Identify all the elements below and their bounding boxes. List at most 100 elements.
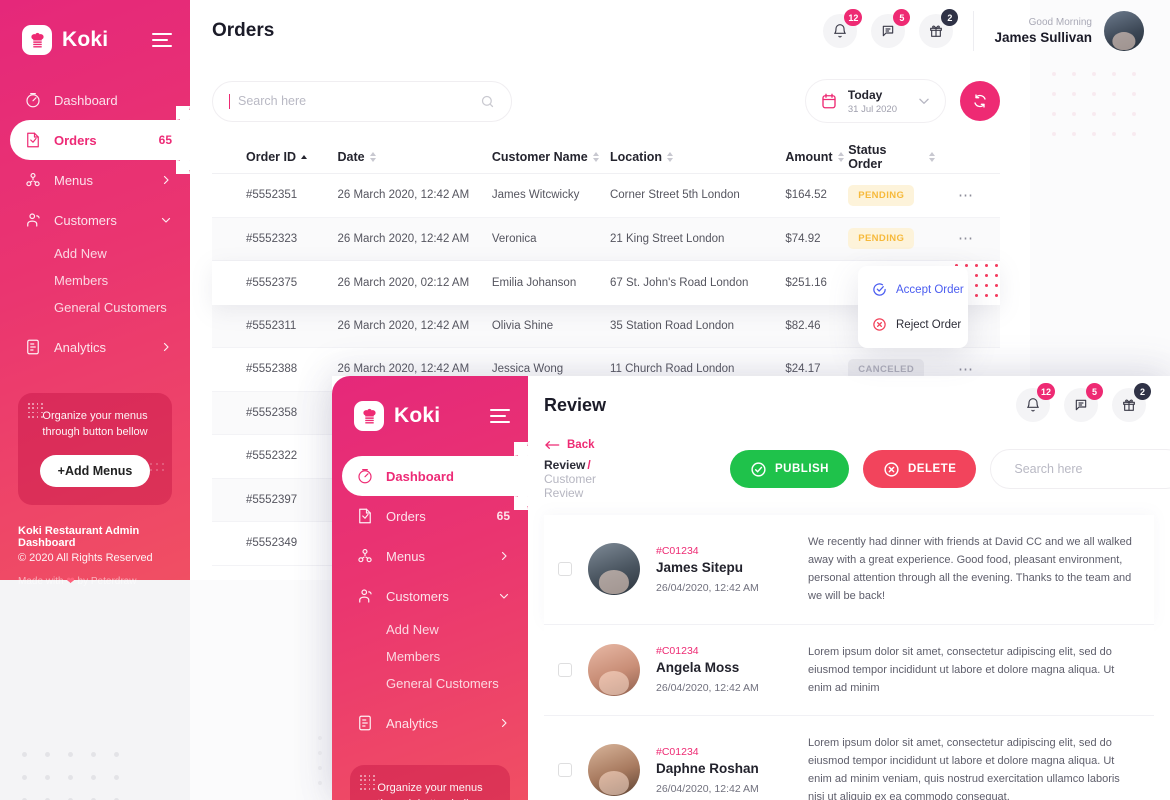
sidebar-item-menus[interactable]: Menus [0, 160, 190, 200]
sort-ascending-icon[interactable] [301, 154, 308, 159]
table-row[interactable]: #5552351 26 March 2020, 12:42 AM James W… [212, 174, 1000, 218]
bell-icon[interactable]: 12 [1016, 383, 1055, 422]
chevron-right-icon [160, 174, 172, 186]
sidebar-subitem-general-customers[interactable]: General Customers [332, 670, 528, 697]
cell-location: Corner Street 5th London [609, 189, 740, 202]
calendar-icon [820, 92, 838, 110]
gift-badge: 2 [941, 9, 959, 26]
more-options-icon[interactable]: ⋯ [958, 187, 974, 204]
orders-icon [24, 131, 42, 149]
sidebar-item-customers[interactable]: Customers [0, 200, 190, 240]
cell-date: 26 March 2020, 02:12 AM [337, 276, 470, 289]
sort-icon[interactable] [928, 151, 936, 162]
review-date: 26/04/2020, 12:42 AM [656, 581, 759, 594]
brand-name: Koki [62, 28, 109, 51]
cell-order-id: #5552388 [246, 363, 298, 376]
review-item[interactable]: #C01234 James Sitepu 26/04/2020, 12:42 A… [544, 515, 1154, 625]
sidebar-subitem-add-new[interactable]: Add New [332, 616, 528, 643]
sidebar-item-label: Orders [54, 132, 97, 148]
status-badge: PENDING [848, 184, 915, 206]
refresh-button[interactable] [960, 81, 1000, 121]
sidebar-item-dashboard[interactable]: Dashboard [342, 442, 528, 510]
sort-icon[interactable] [592, 151, 600, 162]
decorative-dots-bottom-left [22, 752, 119, 800]
column-location[interactable]: Location [610, 150, 785, 164]
back-link[interactable]: Back [544, 439, 596, 451]
sidebar-item-analytics[interactable]: Analytics [332, 703, 528, 743]
column-order-id[interactable]: Order ID [246, 150, 337, 164]
user-profile[interactable]: Good Morning James Sullivan [973, 11, 1144, 51]
bell-icon[interactable]: 12 [823, 9, 863, 48]
bell-badge: 12 [1036, 383, 1055, 400]
more-options-icon[interactable]: ⋯ [958, 230, 974, 247]
add-menus-button[interactable]: +Add Menus [39, 454, 151, 487]
brand-header: Koki [332, 376, 528, 436]
date-picker[interactable]: Today 31 Jul 2020 [804, 79, 946, 123]
chef-hat-icon [354, 401, 384, 431]
sidebar-item-customers[interactable]: Customers [332, 576, 528, 616]
avatar[interactable] [1104, 11, 1144, 51]
user-text: Good Morning James Sullivan [994, 17, 1092, 45]
column-customer-name[interactable]: Customer Name [492, 150, 610, 164]
bell-badge: 12 [844, 9, 863, 26]
promo-text-line1: Organize your menus [42, 410, 148, 422]
chevron-down-icon[interactable] [917, 94, 931, 108]
chat-icon[interactable]: 5 [871, 9, 911, 48]
cell-location: 35 Station Road London [609, 319, 735, 332]
sort-icon[interactable] [837, 151, 845, 162]
review-checkbox[interactable] [558, 562, 572, 577]
column-label: Order ID [246, 149, 297, 164]
publish-button[interactable]: PUBLISH [730, 450, 849, 488]
search-input[interactable] [238, 94, 472, 108]
sidebar-subitem-add-new[interactable]: Add New [0, 240, 190, 267]
cell-date: 26 March 2020, 12:42 AM [337, 189, 470, 202]
review-search-input[interactable] [1014, 462, 1170, 476]
sidebar-item-menus[interactable]: Menus [332, 536, 528, 576]
hamburger-icon[interactable] [152, 33, 172, 47]
date-label: Today [847, 87, 883, 102]
review-search-bar[interactable] [990, 449, 1170, 489]
gift-icon[interactable]: 2 [1112, 383, 1151, 422]
review-checkbox[interactable] [558, 763, 572, 778]
review-item[interactable]: #C01234 Angela Moss 26/04/2020, 12:42 AM… [544, 624, 1154, 716]
sort-icon[interactable] [369, 151, 377, 162]
sidebar-item-label: Analytics [386, 715, 439, 731]
cell-order-id: #5552322 [246, 450, 298, 463]
sidebar-item-orders[interactable]: Orders 65 [332, 496, 528, 536]
review-date: 26/04/2020, 12:42 AM [656, 682, 759, 695]
reject-order-button[interactable]: Reject Order [858, 307, 968, 342]
gift-icon[interactable]: 2 [919, 9, 959, 48]
sort-icon[interactable] [667, 151, 674, 162]
sidebar-subitem-members[interactable]: Members [0, 267, 190, 294]
sidebar-item-dashboard[interactable]: Dashboard [0, 80, 190, 120]
column-amount[interactable]: Amount [785, 150, 848, 164]
column-date[interactable]: Date [337, 150, 491, 164]
cell-amount: $164.52 [785, 189, 827, 202]
sidebar-item-label: Dashboard [54, 92, 118, 108]
promo-text-line2: through button bellow [42, 425, 148, 438]
column-status-order[interactable]: Status Order [848, 143, 936, 171]
delete-button[interactable]: DELETE [863, 450, 977, 488]
cell-order-id: #5552323 [246, 232, 298, 245]
review-item[interactable]: #C01234 Daphne Roshan 26/04/2020, 12:42 … [544, 715, 1154, 800]
column-label: Status Order [848, 142, 887, 171]
cell-customer: James Witcwicky [491, 189, 580, 202]
date-text: Today 31 Jul 2020 [848, 88, 897, 115]
chevron-right-icon [160, 341, 172, 353]
review-page-title: Review [544, 394, 607, 415]
search-icon[interactable] [480, 94, 495, 109]
sidebar-subitem-general-customers[interactable]: General Customers [0, 294, 190, 321]
review-topbar: Review 12 5 2 [528, 376, 1170, 434]
footer-line-1: Koki Restaurant Admin Dashboard [18, 524, 140, 549]
column-label: Location [609, 149, 663, 164]
sidebar-item-orders[interactable]: Orders 65 [10, 106, 190, 174]
sidebar-item-analytics[interactable]: Analytics [0, 327, 190, 367]
hamburger-icon[interactable] [490, 409, 510, 423]
review-checkbox[interactable] [558, 662, 572, 677]
accept-order-button[interactable]: Accept Order [858, 272, 968, 307]
chat-icon[interactable]: 5 [1064, 383, 1103, 422]
sidebar-subitem-members[interactable]: Members [332, 643, 528, 670]
reviewer-name: Daphne Roshan [656, 760, 759, 776]
search-bar[interactable] [212, 80, 512, 122]
table-row[interactable]: #5552323 26 March 2020, 12:42 AM Veronic… [212, 217, 1000, 261]
